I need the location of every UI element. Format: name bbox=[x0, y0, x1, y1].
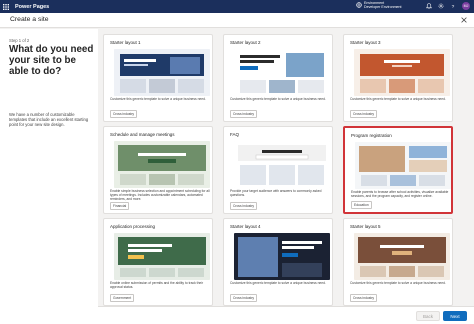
template-card-starter-layout-4[interactable]: Starter layout 4 Customize this generic … bbox=[223, 218, 333, 306]
card-description: Enable simple business selection and app… bbox=[110, 189, 210, 202]
card-title: Starter layout 5 bbox=[350, 224, 381, 229]
dialog-header: Create a site bbox=[0, 13, 474, 28]
template-card-application-processing[interactable]: Application processing Enable online sub… bbox=[103, 218, 213, 306]
gear-icon[interactable] bbox=[438, 3, 444, 9]
card-description: Enable online submission of permits and … bbox=[110, 281, 204, 290]
bell-icon[interactable] bbox=[426, 3, 432, 9]
template-thumbnail bbox=[355, 142, 451, 189]
back-button[interactable]: Back bbox=[416, 311, 440, 321]
template-card-starter-layout-3[interactable]: Starter layout 3 Customize this generic … bbox=[343, 34, 453, 122]
step-indicator: Step 1 of 2 bbox=[9, 38, 30, 43]
app-header: Power Pages Environment Developer Enviro… bbox=[0, 0, 474, 13]
category-tag: Cross industry bbox=[350, 110, 378, 118]
category-tag: Government bbox=[110, 294, 135, 302]
card-title: Program registration bbox=[351, 133, 392, 138]
category-tag: Cross industry bbox=[110, 110, 138, 118]
template-thumbnail bbox=[234, 233, 330, 280]
close-icon[interactable] bbox=[460, 16, 468, 24]
app-title[interactable]: Power Pages bbox=[15, 4, 49, 10]
environment-icon bbox=[356, 2, 362, 8]
card-description: Provide your target audience with answer… bbox=[230, 189, 322, 198]
card-title: Schedule and manage meetings bbox=[110, 132, 175, 137]
category-tag: Education bbox=[351, 201, 372, 209]
card-description: Customize this generic template to solve… bbox=[350, 281, 446, 285]
dialog-footer: Back Next bbox=[98, 306, 474, 324]
template-card-starter-layout-2[interactable]: Starter layout 2 Customize this generic … bbox=[223, 34, 333, 122]
card-title: Application processing bbox=[110, 224, 156, 229]
page-description: We have a number of customizable templat… bbox=[9, 112, 89, 128]
template-thumbnail bbox=[234, 141, 330, 188]
card-title: Starter layout 4 bbox=[230, 224, 261, 229]
card-description: Customize this generic template to solve… bbox=[230, 97, 326, 101]
template-thumbnail bbox=[114, 233, 210, 280]
left-panel: Step 1 of 2 What do you need your site t… bbox=[0, 29, 98, 324]
template-card-schedule-meetings[interactable]: Schedule and manage meetings Enable simp… bbox=[103, 126, 213, 214]
environment-name: Developer Environment bbox=[364, 5, 402, 10]
avatar[interactable]: MJ bbox=[462, 2, 470, 10]
template-grid: Starter layout 1 Customize this generic … bbox=[98, 29, 474, 306]
card-title: Starter layout 1 bbox=[110, 40, 141, 45]
card-title: Starter layout 2 bbox=[230, 40, 261, 45]
next-button[interactable]: Next bbox=[443, 311, 467, 321]
card-title: Starter layout 3 bbox=[350, 40, 381, 45]
template-thumbnail bbox=[114, 49, 210, 96]
category-tag: Cross industry bbox=[350, 294, 378, 302]
template-card-program-registration[interactable]: Program registration Enable parents to b… bbox=[343, 126, 453, 214]
template-card-starter-layout-5[interactable]: Starter layout 5 Customize this generic … bbox=[343, 218, 453, 306]
dialog-title: Create a site bbox=[10, 16, 49, 23]
card-description: Customize this generic template to solve… bbox=[230, 281, 326, 285]
category-tag: Cross industry bbox=[230, 294, 258, 302]
category-tag: Financial bbox=[110, 202, 130, 210]
environment-picker[interactable]: Environment Developer Environment bbox=[356, 1, 402, 9]
template-thumbnail bbox=[354, 233, 450, 280]
page-heading: What do you need your site to be able to… bbox=[9, 44, 94, 78]
template-thumbnail bbox=[354, 49, 450, 96]
card-description: Enable parents to browse after school ac… bbox=[351, 190, 449, 199]
card-description: Customize this generic template to solve… bbox=[110, 97, 206, 101]
card-title: FAQ bbox=[230, 132, 240, 137]
category-tag: Cross industry bbox=[230, 202, 258, 210]
template-thumbnail bbox=[234, 49, 330, 96]
card-description: Customize this generic template to solve… bbox=[350, 97, 446, 101]
template-thumbnail bbox=[114, 141, 210, 188]
help-icon[interactable]: ? bbox=[450, 3, 456, 9]
svg-text:?: ? bbox=[452, 4, 455, 9]
template-card-faq[interactable]: FAQ Provide your target audience with an… bbox=[223, 126, 333, 214]
waffle-icon[interactable] bbox=[0, 0, 12, 13]
category-tag: Cross industry bbox=[230, 110, 258, 118]
template-card-starter-layout-1[interactable]: Starter layout 1 Customize this generic … bbox=[103, 34, 213, 122]
